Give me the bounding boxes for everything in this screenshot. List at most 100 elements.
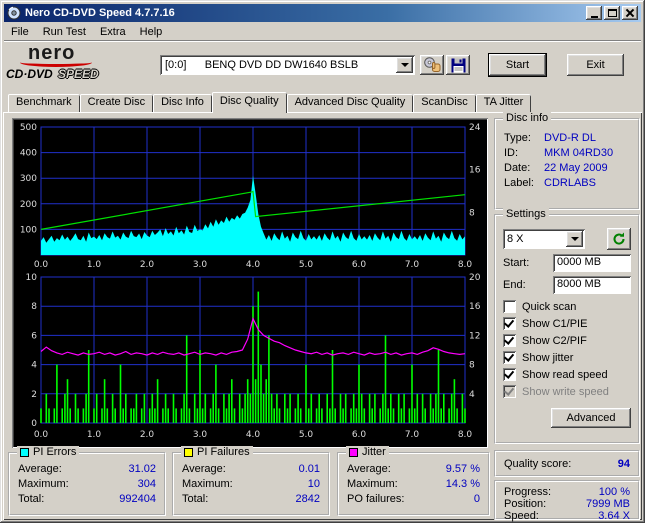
pi-errors-maximum-label: Maximum:: [18, 478, 69, 490]
app-window: Nero CD-DVD Speed 4.7.7.16 File Run Test…: [0, 0, 645, 523]
minimize-button[interactable]: [586, 6, 602, 20]
checkbox-show-c2-pif[interactable]: Show C2/PIF: [503, 332, 631, 349]
svg-text:3.0: 3.0: [193, 260, 208, 270]
svg-text:4: 4: [31, 361, 37, 371]
show-read-speed-label: Show read speed: [522, 368, 608, 381]
scan-speed-select[interactable]: 8 X: [503, 229, 585, 249]
pi-errors-total-label: Total:: [18, 493, 45, 505]
pi-failures-average-label: Average:: [182, 463, 226, 475]
exit-button[interactable]: Exit: [567, 54, 624, 76]
tab-strip: Benchmark Create Disc Disc Info Disc Qua…: [8, 92, 532, 113]
svg-text:16: 16: [469, 166, 481, 176]
svg-text:7.0: 7.0: [405, 260, 420, 270]
advanced-button[interactable]: Advanced: [551, 408, 631, 428]
jitter-group: Jitter Average: 9.57 % Maximum: 14.3 % P…: [337, 446, 490, 516]
pi-errors-average-label: Average:: [18, 463, 62, 475]
svg-text:8.0: 8.0: [458, 260, 473, 270]
scan-start-field[interactable]: 0000 MB: [553, 254, 631, 272]
scan-speed-dropdown-button[interactable]: [566, 231, 583, 247]
quality-chart-panel: 500 400 300 200 100 24 16 8 0.0 1.0 2.0 3.0 4.0 5.0 6.…: [12, 118, 488, 448]
quality-charts: 500400300200100241680.0 1.0 2.0 3.0 4.0 5.0 6.…: [20, 123, 481, 440]
title-bar: Nero CD-DVD Speed 4.7.7.16: [4, 4, 641, 22]
nero-logo: nero CD·DVD SPEED: [6, 43, 156, 86]
minimize-icon: [590, 15, 598, 18]
svg-text:100: 100: [20, 225, 37, 235]
menu-run-test[interactable]: Run Test: [36, 25, 93, 39]
eject-disc-button[interactable]: [420, 55, 444, 75]
menu-help[interactable]: Help: [133, 25, 170, 39]
show-read-speed-checkbox-box[interactable]: [503, 368, 516, 381]
svg-text:2: 2: [31, 390, 37, 400]
show-jitter-checkbox-box[interactable]: [503, 351, 516, 364]
disc-label-value: CDRLABS: [544, 177, 596, 189]
svg-text:2.0: 2.0: [140, 430, 155, 440]
tab-disc-quality[interactable]: Disc Quality: [211, 92, 287, 113]
scan-end-field[interactable]: 8000 MB: [553, 276, 631, 294]
svg-text:300: 300: [20, 174, 37, 184]
tab-create-disc[interactable]: Create Disc: [79, 94, 154, 112]
disc-type-value: DVD-R DL: [544, 132, 596, 144]
svg-text:4: 4: [469, 390, 475, 400]
progress-label: Progress:: [504, 486, 552, 498]
disc-label-label: Label:: [504, 177, 534, 189]
disc-id-label: ID:: [504, 147, 519, 159]
save-results-button[interactable]: [446, 55, 470, 75]
position-value: 7999 MB: [585, 498, 630, 510]
tab-advanced-disc-quality[interactable]: Advanced Disc Quality: [286, 94, 414, 112]
hand-disc-icon: [424, 57, 441, 72]
po-failures-value: 0: [473, 493, 480, 505]
tab-disc-info[interactable]: Disc Info: [153, 94, 212, 112]
svg-text:0.0: 0.0: [34, 260, 49, 270]
scan-speed-value: 8 X: [507, 233, 524, 245]
show-c2-pif-checkbox-box[interactable]: [503, 334, 516, 347]
speed-label: Speed:: [504, 510, 539, 522]
jitter-average-value: 9.57 %: [445, 463, 480, 475]
refresh-drive-button[interactable]: [607, 228, 631, 250]
drive-select[interactable]: [0:0] BENQ DVD DD DW1640 BSLB: [160, 55, 415, 75]
disc-type-label: Type:: [504, 132, 531, 144]
tab-ta-jitter[interactable]: TA Jitter: [475, 94, 532, 112]
tab-benchmark[interactable]: Benchmark: [8, 94, 80, 112]
svg-text:8: 8: [31, 302, 37, 312]
checkbox-show-read-speed[interactable]: Show read speed: [503, 366, 631, 383]
jitter-maximum-value: 14.3 %: [445, 478, 480, 490]
chevron-down-icon: [400, 63, 409, 67]
menu-divider: [4, 40, 641, 42]
svg-text:1.0: 1.0: [87, 430, 102, 440]
menu-file[interactable]: File: [4, 25, 36, 39]
svg-text:1.0: 1.0: [87, 260, 102, 270]
speed-value: 3.64 X: [598, 510, 630, 522]
close-icon: [626, 9, 634, 17]
pi-failures-maximum-label: Maximum:: [182, 478, 233, 490]
disc-info-legend: Disc info: [503, 112, 552, 124]
drive-select-dropdown-button[interactable]: [396, 57, 413, 73]
checkbox-show-jitter[interactable]: Show jitter: [503, 349, 631, 366]
svg-text:400: 400: [20, 149, 37, 159]
disc-id-value: MKM 04RD30: [544, 147, 614, 159]
pi-errors-group: PI Errors Average: 31.02 Maximum: 304 To…: [8, 446, 166, 516]
svg-text:0: 0: [31, 419, 37, 429]
svg-text:10: 10: [26, 273, 38, 283]
menu-extra[interactable]: Extra: [93, 25, 133, 39]
po-failures-label: PO failures:: [347, 493, 405, 505]
pi-errors-total-value: 992404: [119, 493, 156, 505]
settings-group: Settings 8 X Start: 0000 MB End: 8000 MB…: [494, 208, 640, 444]
show-c1-pie-checkbox-box[interactable]: [503, 317, 516, 330]
svg-text:24: 24: [469, 123, 481, 133]
svg-text:20: 20: [469, 273, 481, 283]
checkbox-quick-scan[interactable]: Quick scan: [503, 298, 631, 315]
quality-score-label: Quality score:: [504, 458, 572, 470]
show-c2-pif-label: Show C2/PIF: [522, 334, 587, 347]
close-button[interactable]: [622, 6, 638, 20]
svg-text:12: 12: [469, 331, 480, 341]
svg-text:5.0: 5.0: [299, 430, 314, 440]
tab-scandisc[interactable]: ScanDisc: [413, 94, 476, 112]
quick-scan-checkbox-box[interactable]: [503, 300, 516, 313]
checkbox-show-c1-pie[interactable]: Show C1/PIE: [503, 315, 631, 332]
svg-text:3.0: 3.0: [193, 430, 208, 440]
start-button[interactable]: Start: [489, 54, 546, 76]
maximize-button[interactable]: [604, 6, 620, 20]
quick-scan-label: Quick scan: [522, 300, 577, 313]
app-cd-icon: [7, 6, 21, 20]
jitter-color-swatch: [349, 447, 358, 457]
